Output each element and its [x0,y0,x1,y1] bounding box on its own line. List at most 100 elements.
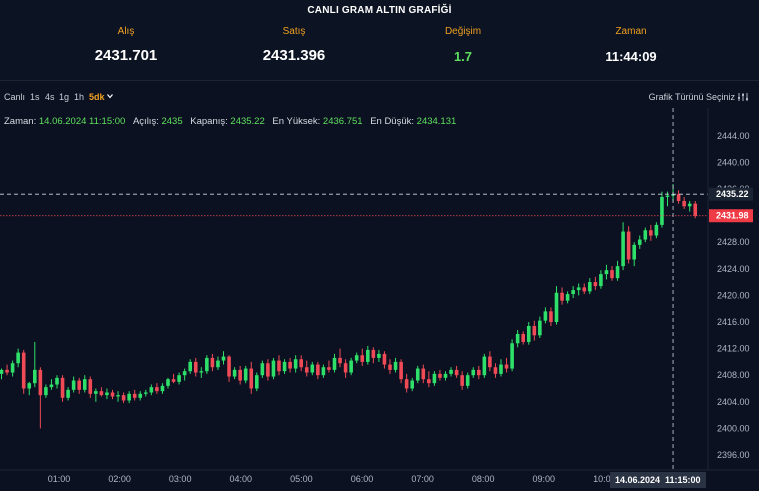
candle-body [243,368,248,381]
candle-body [132,393,137,398]
candle-body [193,361,198,373]
ohlc-open-value: 2435 [161,116,183,127]
candle-body [127,393,131,401]
candle-body [10,363,15,373]
candle-body [94,391,98,394]
candle-body [565,294,570,301]
candle [388,359,392,374]
candle-body [471,369,476,376]
candle-body [576,287,581,291]
candle [10,360,15,377]
candle-body [282,361,287,372]
x-tick-label: 05:00 [290,474,313,484]
candle-body [199,371,204,373]
candle [33,341,37,388]
candle [488,351,492,372]
candle [654,222,659,239]
candle-body [521,333,525,342]
candle [110,389,115,400]
candle [21,349,26,394]
candle-body [5,369,9,373]
candle-body [249,368,254,389]
candle-body [643,230,648,240]
candle [465,372,470,389]
candle [299,355,303,372]
candle-body [310,364,315,373]
candle [293,355,298,373]
candle-body [610,270,614,279]
candle-body [271,360,276,377]
candle-body [293,359,298,369]
candle-body [60,377,65,398]
candle-body [510,343,514,369]
candle-body [554,292,559,322]
y-tick-label: 2408.00 [717,370,750,380]
crosshair-price-label: 2435.22 [716,189,749,199]
candle [127,391,131,404]
candle [216,356,220,370]
ohlc-time-value: 14.06.2024 11:15:00 [38,116,126,127]
candle-body [88,379,93,394]
candle [626,226,631,264]
candle [199,367,204,378]
candle-body [438,373,442,378]
candle-body [49,384,54,388]
candle [482,353,487,378]
ohlc-info-bar: Zaman: 14.06.2024 11:15:00 Açılış: 2435 … [4,116,456,127]
ohlc-high-label: En Yüksek: [272,116,321,127]
candle [582,283,587,295]
candle-body [654,224,659,236]
candle [377,349,381,362]
ohlc-high-value: 2436.751 [322,116,363,127]
candle [421,364,426,384]
candle-body [27,383,32,389]
candle-body [121,395,126,401]
candle-body [421,368,426,380]
candle [449,367,453,377]
candle-body [149,387,154,393]
candle-body [604,270,609,275]
crosshair-date-label: 14.06.2024 [615,475,660,485]
candle-body [299,359,303,368]
candle-body [71,380,76,390]
candle-body [388,364,392,370]
candle-body [321,367,326,376]
candle [604,264,609,280]
candle [182,368,187,381]
candlestick-chart[interactable]: 2396.00 2400.00 2404.00 2408.00 2412.00 2416.… [0,0,759,491]
candle-body [665,195,670,197]
candle-body [588,282,592,292]
candle [94,388,98,402]
candle-body [427,379,431,384]
candle-body [482,356,487,376]
candle-body [415,368,420,381]
candle-body [266,363,270,377]
candle [504,357,509,373]
candle-body [682,200,686,207]
candle [82,375,87,393]
candle [282,359,287,374]
candle-body [99,391,104,396]
candle-body [488,356,492,368]
candle [66,387,70,401]
candle-body [66,389,70,398]
candle [16,348,20,368]
candle-body [637,239,642,245]
candle [415,365,420,384]
x-tick-label: 07:00 [411,474,434,484]
candle [0,368,4,380]
candle [499,359,503,377]
x-tick-label: 02:00 [108,474,131,484]
candle [649,224,653,241]
candle-body [160,385,165,392]
candle-body [582,287,587,292]
ohlc-close-label: Kapanış: [190,116,228,127]
candle [77,377,81,394]
candle-body [171,379,176,382]
candle-body [227,356,231,377]
candle-body [238,369,242,381]
candle-body [221,356,226,361]
candle-body [371,349,376,358]
candle [266,359,270,381]
candle-body [432,373,437,384]
